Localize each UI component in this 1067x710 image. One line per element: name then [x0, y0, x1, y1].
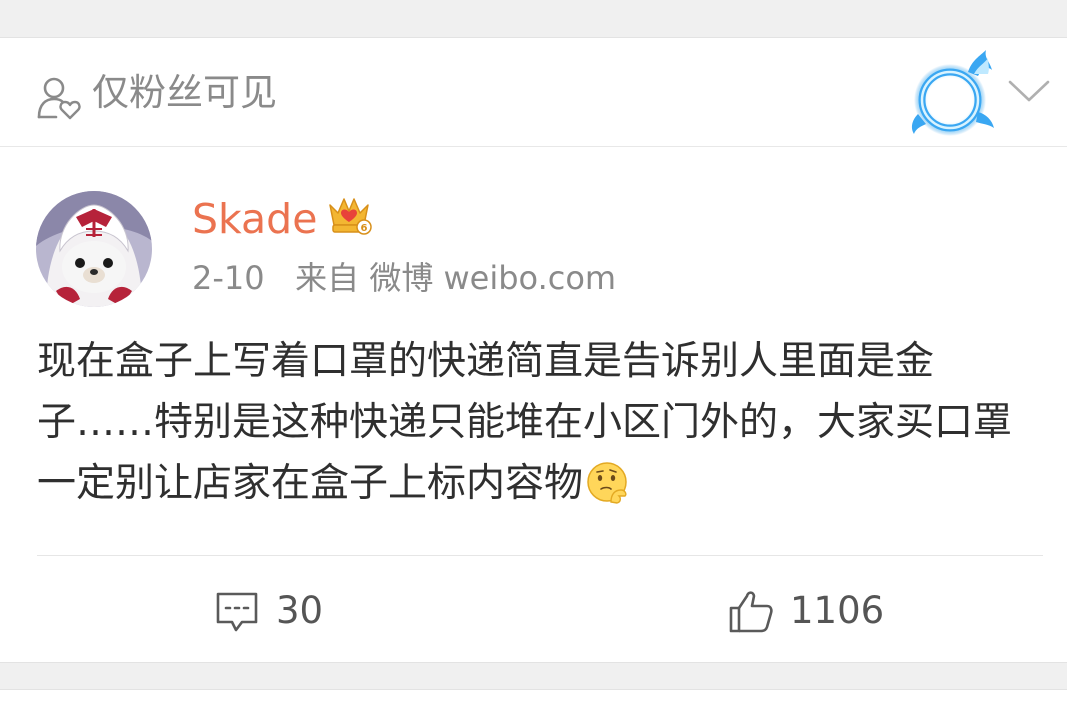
- crown-vip-icon[interactable]: 6: [326, 191, 372, 237]
- post-text: 现在盒子上写着口罩的快递简直是告诉别人里面是金子……特别是这种快递只能堆在小区门…: [37, 331, 1037, 514]
- fans-only-icon: [37, 77, 81, 120]
- blue-flame-ring-badge-icon: [911, 50, 994, 136]
- divider: [37, 555, 1043, 556]
- post-date: 2-10: [192, 259, 265, 297]
- avatar[interactable]: [36, 191, 152, 307]
- like-button[interactable]: 1106: [728, 588, 884, 634]
- post-meta: 2-10 来自 微博 weibo.com: [192, 256, 616, 300]
- thumbs-up-icon: [729, 591, 773, 633]
- like-count: 1106: [790, 589, 885, 632]
- svg-text:6: 6: [361, 223, 368, 234]
- comment-icon: [216, 592, 258, 632]
- post-source: 来自 微博 weibo.com: [295, 259, 617, 297]
- thinking-emoji-icon: [587, 462, 627, 504]
- visibility-label: 仅粉丝可见: [92, 71, 277, 114]
- comment-count: 30: [276, 589, 324, 632]
- chevron-down-icon[interactable]: [1006, 74, 1052, 104]
- weibo-post-card[interactable]: 仅粉丝可见 Skade 6 2-10 来自 微博 weibo.com 现在盒子上…: [0, 37, 1067, 663]
- visibility-bar: 仅粉丝可见: [0, 38, 1067, 147]
- next-card-edge: [0, 689, 1067, 710]
- author-name[interactable]: Skade: [192, 191, 317, 247]
- comment-button[interactable]: 30: [214, 588, 323, 634]
- post-body: 现在盒子上写着口罩的快递简直是告诉别人里面是金子……特别是这种快递只能堆在小区门…: [37, 339, 1013, 506]
